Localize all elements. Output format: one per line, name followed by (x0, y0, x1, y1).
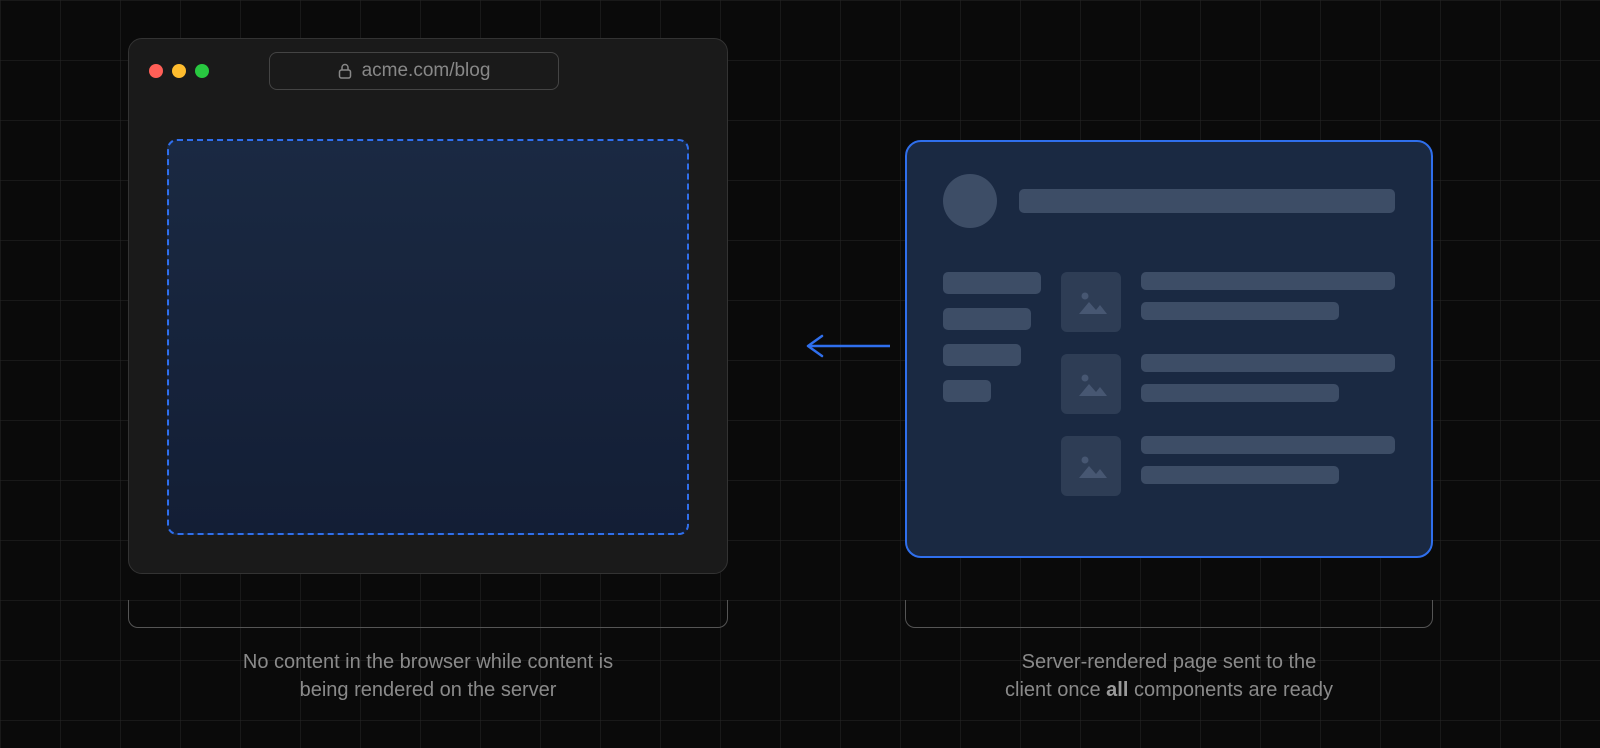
avatar-placeholder (943, 174, 997, 228)
skeleton-card (1061, 354, 1395, 414)
sidebar-line (943, 344, 1021, 366)
close-icon (149, 64, 163, 78)
text-line (1141, 354, 1395, 372)
skeleton-card (1061, 436, 1395, 496)
sidebar-line (943, 272, 1041, 294)
skeleton-header (943, 174, 1395, 228)
minimize-icon (172, 64, 186, 78)
text-line (1141, 384, 1339, 402)
bracket-left (128, 600, 728, 628)
browser-window: acme.com/blog (128, 38, 728, 574)
image-placeholder-icon (1061, 272, 1121, 332)
skeleton-content (1061, 272, 1395, 496)
bracket-right (905, 600, 1433, 628)
image-placeholder-icon (1061, 436, 1121, 496)
rendered-page-preview (905, 140, 1433, 558)
address-bar: acme.com/blog (269, 52, 559, 90)
text-line (1141, 436, 1395, 454)
empty-viewport-placeholder (167, 139, 689, 535)
traffic-lights (149, 64, 209, 78)
lock-icon (338, 63, 352, 79)
text-line (1141, 302, 1339, 320)
sidebar-line (943, 380, 991, 402)
browser-titlebar: acme.com/blog (129, 39, 727, 103)
arrow-left-icon (800, 332, 892, 360)
caption-browser: No content in the browser while content … (128, 648, 728, 704)
url-text: acme.com/blog (362, 60, 491, 82)
zoom-icon (195, 64, 209, 78)
caption-rendered: Server-rendered page sent to the client … (905, 648, 1433, 704)
text-line (1141, 272, 1395, 290)
sidebar-line (943, 308, 1031, 330)
skeleton-card (1061, 272, 1395, 332)
title-placeholder (1019, 189, 1395, 213)
text-line (1141, 466, 1339, 484)
image-placeholder-icon (1061, 354, 1121, 414)
skeleton-sidebar (943, 272, 1041, 496)
